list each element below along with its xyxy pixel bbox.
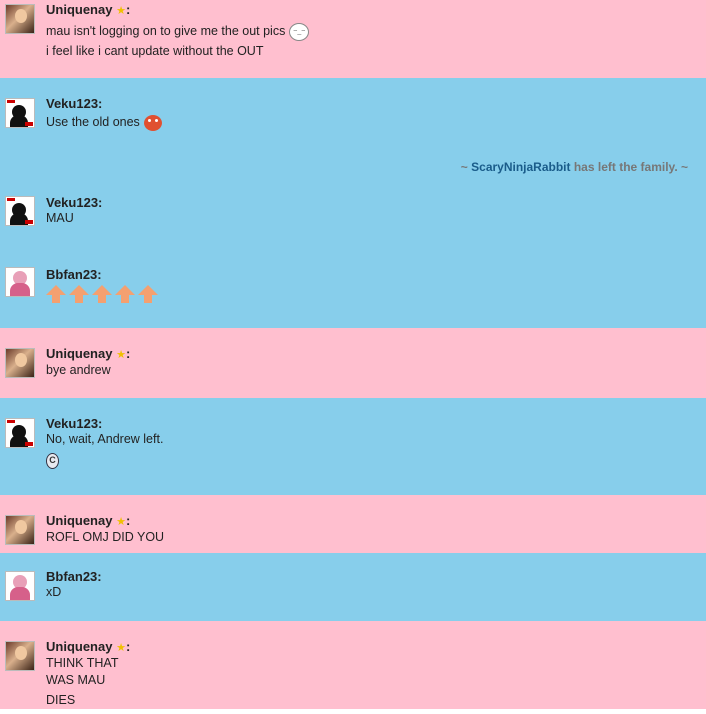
username[interactable]: Uniquenay ★: (46, 513, 706, 530)
message-text: DIES (46, 693, 76, 707)
emoticon-row: C (46, 450, 706, 470)
message-text: bye andrew (46, 363, 111, 377)
star-icon: ★ (116, 642, 126, 654)
up-arrow-emoticon-icon (46, 285, 66, 305)
up-arrow-emoticon-icon (69, 285, 89, 305)
message-text: i feel like i cant update without the OU… (46, 44, 264, 58)
message-text: Use the old ones (46, 112, 706, 132)
avatar[interactable] (5, 348, 35, 378)
system-notice: ~ ScaryNinjaRabbit has left the family. … (0, 153, 706, 195)
avatar[interactable] (5, 196, 35, 226)
up-arrow-emoticon-icon (92, 285, 112, 305)
username[interactable]: Bbfan23: (46, 569, 706, 585)
avatar[interactable] (5, 571, 35, 601)
chat-message: Uniquenay ★: bye andrew (0, 328, 706, 398)
coin-emoticon-icon: C (46, 452, 59, 469)
avatar[interactable] (5, 267, 35, 297)
crab-emoticon-icon (143, 114, 162, 131)
up-arrow-emoticon-icon (115, 285, 135, 305)
avatar[interactable] (5, 515, 35, 545)
message-text: THINK THAT (46, 656, 119, 670)
up-arrow-emoticon-icon (138, 285, 158, 305)
chat-message: Veku123: No, wait, Andrew left. C (0, 398, 706, 495)
avatar[interactable] (5, 4, 35, 34)
chat-message: Veku123: Use the old ones (0, 78, 706, 153)
chat-message: Bbfan23: (0, 265, 706, 328)
emoticon-row (46, 285, 706, 311)
username[interactable]: Veku123: (46, 195, 706, 211)
username[interactable]: Uniquenay ★: (46, 639, 706, 656)
message-text: xD (46, 585, 62, 599)
star-icon: ★ (116, 349, 126, 361)
avatar[interactable] (5, 641, 35, 671)
message-text: MAU (46, 211, 74, 225)
smile-bubble-emoticon-icon: ~_~ (289, 22, 310, 41)
chat-message: Uniquenay ★: THINK THAT WAS MAU DIES (0, 621, 706, 709)
star-icon: ★ (116, 516, 126, 528)
message-text: mau isn't logging on to give me the out … (46, 21, 706, 41)
message-text: WAS MAU (46, 673, 106, 687)
username[interactable]: Uniquenay ★: (46, 346, 706, 363)
chat-message: Veku123: MAU (0, 195, 706, 265)
system-user-link[interactable]: ScaryNinjaRabbit (471, 160, 570, 174)
chat-message: Uniquenay ★: mau isn't logging on to giv… (0, 0, 706, 78)
username[interactable]: Veku123: (46, 96, 706, 112)
star-icon: ★ (116, 5, 126, 17)
chat-message: Bbfan23: xD (0, 553, 706, 621)
username[interactable]: Uniquenay ★: (46, 0, 706, 19)
message-text: No, wait, Andrew left. (46, 432, 164, 446)
avatar[interactable] (5, 98, 35, 128)
avatar[interactable] (5, 418, 35, 448)
username[interactable]: Bbfan23: (46, 267, 706, 283)
chat-message: Uniquenay ★: ROFL OMJ DID YOU (0, 495, 706, 553)
username[interactable]: Veku123: (46, 416, 706, 432)
message-text: ROFL OMJ DID YOU (46, 530, 165, 544)
